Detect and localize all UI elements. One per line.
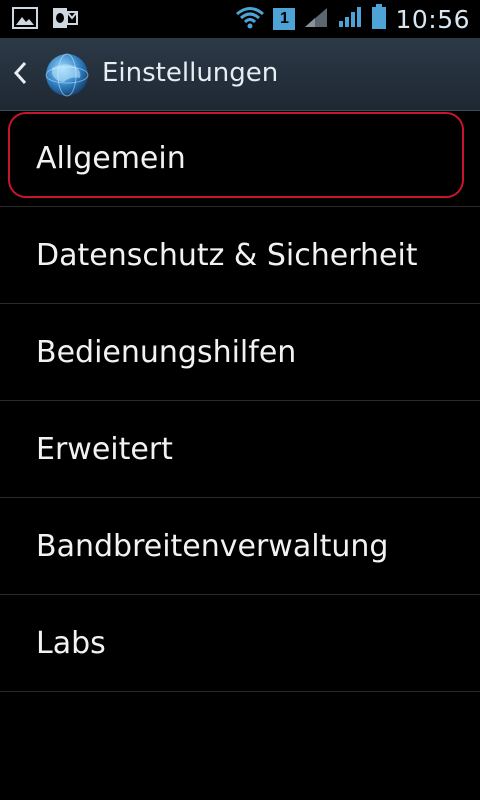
settings-item-label: Allgemein <box>36 140 186 176</box>
settings-item-label: Labs <box>36 625 106 661</box>
settings-item-datenschutz-sicherheit[interactable]: Datenschutz & Sicherheit <box>0 207 480 304</box>
globe-icon[interactable] <box>44 52 90 102</box>
settings-item-erweitert[interactable]: Erweitert <box>0 401 480 498</box>
battery-icon <box>371 4 387 34</box>
outlook-icon <box>52 6 78 34</box>
clock: 10:56 <box>395 4 470 34</box>
settings-item-labs[interactable]: Labs <box>0 595 480 692</box>
signal-icon <box>303 6 329 32</box>
wifi-icon <box>235 5 265 33</box>
signal-icon <box>337 6 363 32</box>
action-bar: Einstellungen <box>0 38 480 111</box>
settings-item-label: Datenschutz & Sicherheit <box>36 237 418 273</box>
settings-item-allgemein[interactable]: Allgemein <box>0 110 480 207</box>
settings-list: Allgemein Datenschutz & Sicherheit Bedie… <box>0 110 480 692</box>
settings-item-bedienungshilfen[interactable]: Bedienungshilfen <box>0 304 480 401</box>
settings-item-bandbreitenverwaltung[interactable]: Bandbreitenverwaltung <box>0 498 480 595</box>
gallery-icon <box>12 7 38 33</box>
settings-item-label: Erweitert <box>36 431 173 467</box>
settings-item-label: Bedienungshilfen <box>36 334 297 370</box>
status-bar: 1 10:56 <box>0 0 480 38</box>
chevron-left-icon[interactable] <box>12 60 28 90</box>
sim-badge: 1 <box>273 8 296 30</box>
page-title: Einstellungen <box>102 58 279 88</box>
settings-item-label: Bandbreitenverwaltung <box>36 528 389 564</box>
